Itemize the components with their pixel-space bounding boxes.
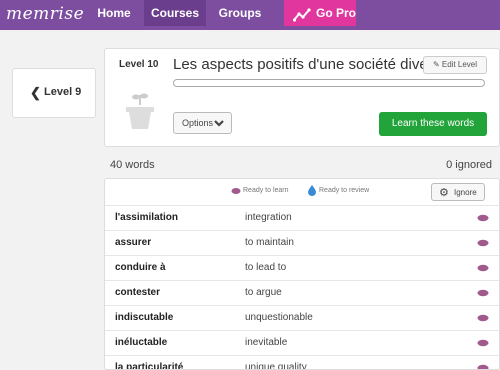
definition-text: to argue <box>245 287 282 298</box>
learn-these-words-button[interactable]: Learn these words <box>379 112 487 136</box>
seed-icon <box>231 188 241 194</box>
previous-level-label: Level 9 <box>44 86 82 98</box>
word-count: 40 words <box>110 159 155 171</box>
word-row[interactable]: l'assimilation integration <box>105 205 499 230</box>
level-number: Level 10 <box>119 59 159 70</box>
water-drop-icon <box>308 185 316 196</box>
chart-trend-icon <box>292 5 311 31</box>
ignore-label: Ignore <box>454 188 477 197</box>
seed-icon <box>477 214 489 222</box>
nav-home[interactable]: Home <box>90 0 138 26</box>
chevron-down-icon <box>213 116 225 132</box>
word-row[interactable]: inéluctable inevitable <box>105 330 499 355</box>
edit-level-label: Edit Level <box>441 60 478 69</box>
word-row[interactable]: assurer to maintain <box>105 230 499 255</box>
level-progress-bar <box>173 79 485 87</box>
word-text: l'assimilation <box>115 212 178 223</box>
seed-icon <box>477 239 489 247</box>
word-text: assurer <box>115 237 152 248</box>
definition-text: unquestionable <box>245 312 313 323</box>
definition-text: integration <box>245 212 292 223</box>
seed-icon <box>477 264 489 272</box>
go-pro-label: Go Pro <box>316 6 357 20</box>
word-row[interactable]: la particularité unique quality <box>105 355 499 370</box>
word-text: conduire à <box>115 262 166 273</box>
definition-text: inevitable <box>245 337 288 348</box>
definition-text: to lead to <box>245 262 287 273</box>
level-title: Les aspects positifs d'une société diver… <box>173 56 425 73</box>
word-text: contester <box>115 287 161 298</box>
memrise-logo[interactable]: memrise <box>6 4 84 24</box>
seed-icon <box>477 314 489 322</box>
word-table: Ready to learn Ready to review ⚙ Ignore … <box>104 178 500 370</box>
word-row[interactable]: conduire à to lead to <box>105 255 499 280</box>
word-text: la particularité <box>115 362 184 370</box>
legend-review-label: Ready to review <box>319 187 370 194</box>
nav-groups[interactable]: Groups <box>212 0 268 26</box>
word-row[interactable]: contester to argue <box>105 280 499 305</box>
gear-icon: ⚙ <box>439 187 449 199</box>
top-nav: memrise Home Courses Groups Go Pro <box>0 0 500 30</box>
seed-icon <box>477 339 489 347</box>
word-row[interactable]: indiscutable unquestionable <box>105 305 499 330</box>
previous-level-button[interactable]: ❮ Level 9 <box>12 68 96 118</box>
seed-icon <box>477 364 489 369</box>
ignored-count: 0 ignored <box>446 159 492 171</box>
level-card: Level 10 Les aspects positifs d'une soci… <box>104 48 500 147</box>
options-button[interactable]: Options <box>173 112 232 134</box>
nav-courses[interactable]: Courses <box>144 0 206 26</box>
definition-text: to maintain <box>245 237 294 248</box>
go-pro-button[interactable]: Go Pro <box>284 0 356 26</box>
definition-text: unique quality <box>245 362 307 370</box>
edit-level-button[interactable]: ✎ Edit Level <box>423 56 487 74</box>
seed-icon <box>477 289 489 297</box>
ignore-button[interactable]: ⚙ Ignore <box>431 183 485 201</box>
legend-learn-label: Ready to learn <box>243 187 289 194</box>
options-label: Options <box>182 118 214 128</box>
plant-pot-icon <box>123 91 157 136</box>
chevron-left-icon: ❮ <box>30 85 41 100</box>
pencil-icon: ✎ <box>432 60 440 69</box>
word-text: inéluctable <box>115 337 168 348</box>
word-text: indiscutable <box>115 312 174 323</box>
